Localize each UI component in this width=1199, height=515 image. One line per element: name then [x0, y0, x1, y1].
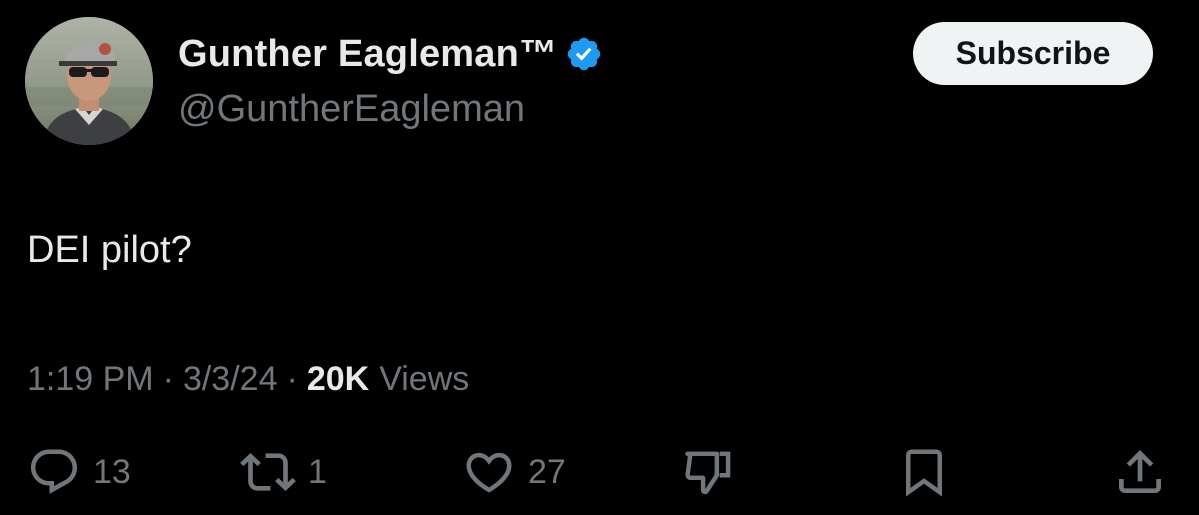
tweet-time[interactable]: 1:19 PM	[27, 360, 154, 399]
repost-button[interactable]: 1	[240, 440, 327, 504]
author-name-row[interactable]: Gunther Eagleman™	[178, 32, 603, 76]
verified-badge-icon	[565, 35, 603, 73]
avatar[interactable]	[25, 17, 153, 145]
views-label[interactable]: Views	[379, 360, 469, 399]
meta-separator: ·	[286, 359, 298, 398]
tweet-meta: 1:19 PM · 3/3/24 · 20K Views	[27, 356, 469, 402]
author-handle[interactable]: @GuntherEagleman	[178, 86, 525, 132]
thumbs-down-icon	[685, 451, 731, 495]
like-count: 27	[528, 453, 566, 491]
avatar-photo-icon	[25, 17, 153, 145]
share-button[interactable]	[1112, 440, 1168, 504]
like-button[interactable]: 27	[462, 440, 566, 504]
action-bar: 13 1 27	[0, 440, 1199, 504]
author-display-name[interactable]: Gunther Eagleman™	[178, 32, 557, 76]
bookmark-icon	[906, 449, 942, 497]
repost-count: 1	[308, 453, 327, 491]
heart-icon	[466, 452, 512, 493]
dislike-button[interactable]	[680, 440, 736, 504]
tweet-date[interactable]: 3/3/24	[183, 360, 278, 399]
tweet-card: Gunther Eagleman™ @GuntherEagleman Subsc…	[0, 0, 1199, 515]
share-icon	[1119, 450, 1161, 493]
subscribe-button[interactable]: Subscribe	[913, 22, 1153, 85]
repost-icon	[240, 453, 296, 491]
tweet-text: DEI pilot?	[27, 229, 192, 271]
views-count[interactable]: 20K	[307, 360, 369, 399]
reply-count: 13	[93, 453, 131, 491]
bookmark-button[interactable]	[897, 440, 951, 504]
reply-button[interactable]: 13	[27, 440, 131, 504]
meta-separator: ·	[162, 359, 174, 398]
reply-icon	[30, 449, 78, 494]
